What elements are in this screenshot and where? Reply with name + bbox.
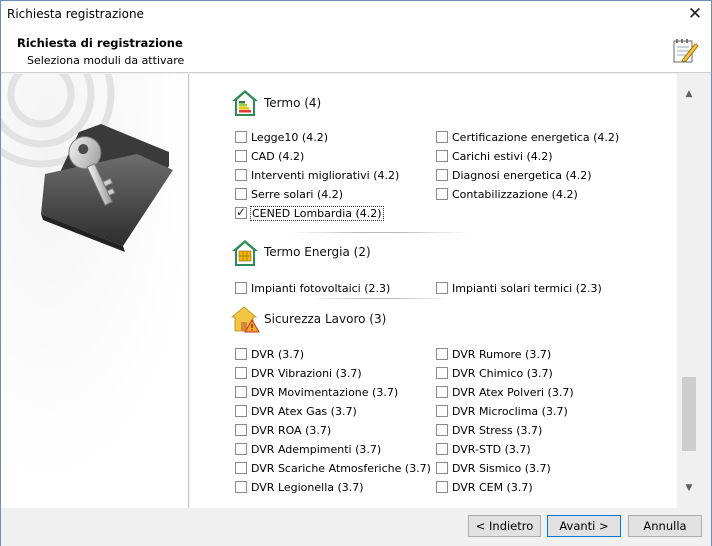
window-title: Richiesta registrazione	[7, 7, 144, 21]
checkbox-box[interactable]	[235, 131, 247, 143]
checkbox-box[interactable]	[436, 462, 448, 474]
section-title-sicurezza: Sicurezza Lavoro (3)	[264, 312, 387, 326]
module-checkbox-dvr-movimentazione[interactable]: DVR Movimentazione (3.7)	[235, 384, 398, 400]
checkbox-box[interactable]	[235, 481, 247, 493]
checkbox-box[interactable]	[235, 348, 247, 360]
checkbox-box[interactable]	[235, 150, 247, 162]
vertical-scrollbar[interactable]: ▲ ▼	[678, 85, 700, 497]
scroll-down-icon[interactable]: ▼	[678, 479, 700, 497]
module-checkbox-dvr-scariche[interactable]: DVR Scariche Atmosferiche (3.7)	[235, 460, 431, 476]
section-title-termo: Termo (4)	[264, 96, 322, 110]
module-checkbox-dvr-legionella[interactable]: DVR Legionella (3.7)	[235, 479, 364, 495]
module-checkbox-dvr-roa[interactable]: DVR ROA (3.7)	[235, 422, 331, 438]
module-checkbox-dvr-stress[interactable]: DVR Stress (3.7)	[436, 422, 542, 438]
scroll-up-icon[interactable]: ▲	[678, 85, 700, 103]
module-checkbox-serre-solari[interactable]: Serre solari (4.2)	[235, 186, 343, 202]
module-list: Termo (4) Legge10 (4.2) Certificazione e…	[190, 74, 677, 508]
checkbox-box[interactable]	[436, 481, 448, 493]
checkbox-box[interactable]	[235, 462, 247, 474]
checkbox-box[interactable]	[436, 405, 448, 417]
module-checkbox-certificazione[interactable]: Certificazione energetica (4.2)	[436, 129, 619, 145]
module-checkbox-dvr-microclima[interactable]: DVR Microclima (3.7)	[436, 403, 568, 419]
title-bar: Richiesta registrazione ✕	[1, 1, 711, 29]
module-checkbox-dvr-std[interactable]: DVR-STD (3.7)	[436, 441, 531, 457]
section-divider	[290, 232, 470, 233]
notepad-pencil-icon	[673, 39, 699, 63]
module-checkbox-carichi-estivi[interactable]: Carichi estivi (4.2)	[436, 148, 553, 164]
wizard-header: Richiesta di registrazione Seleziona mod…	[1, 29, 711, 73]
module-checkbox-legge10[interactable]: Legge10 (4.2)	[235, 129, 328, 145]
solar-house-icon	[232, 240, 258, 266]
checkbox-box[interactable]	[235, 282, 247, 294]
checkbox-box[interactable]	[436, 131, 448, 143]
checkbox-box[interactable]	[436, 443, 448, 455]
folder-key-icon	[1, 74, 188, 508]
checkbox-box[interactable]	[436, 386, 448, 398]
module-checkbox-contabilizzazione[interactable]: Contabilizzazione (4.2)	[436, 186, 578, 202]
module-checkbox-dvr-adempimenti[interactable]: DVR Adempimenti (3.7)	[235, 441, 381, 457]
checkbox-box[interactable]	[235, 188, 247, 200]
module-checkbox-dvr-atex-polveri[interactable]: DVR Atex Polveri (3.7)	[436, 384, 574, 400]
cancel-button[interactable]: Annulla	[628, 515, 702, 537]
checkbox-box[interactable]	[235, 405, 247, 417]
energy-house-icon	[232, 90, 258, 116]
checkbox-box[interactable]	[235, 443, 247, 455]
checkbox-box[interactable]	[436, 150, 448, 162]
section-title-termo-energia: Termo Energia (2)	[264, 245, 371, 259]
module-checkbox-interventi[interactable]: Interventi migliorativi (4.2)	[235, 167, 399, 183]
next-button[interactable]: Avanti >	[547, 515, 621, 537]
registration-dialog: Richiesta registrazione ✕ Richiesta di r…	[0, 0, 712, 546]
checkbox-box[interactable]	[436, 348, 448, 360]
checkbox-box[interactable]	[436, 282, 448, 294]
checkbox-box[interactable]	[235, 205, 247, 219]
module-checkbox-dvr-sismico[interactable]: DVR Sismico (3.7)	[436, 460, 551, 476]
module-checkbox-dvr-chimico[interactable]: DVR Chimico (3.7)	[436, 365, 553, 381]
checkbox-box[interactable]	[235, 169, 247, 181]
wizard-footer: < Indietro Avanti > Annulla	[1, 508, 711, 546]
back-button[interactable]: < Indietro	[468, 515, 541, 537]
page-subtitle: Seleziona moduli da attivare	[27, 54, 185, 67]
module-checkbox-solari-termici[interactable]: Impianti solari termici (2.3)	[436, 280, 602, 296]
module-checkbox-dvr[interactable]: DVR (3.7)	[235, 346, 304, 362]
checkbox-box[interactable]	[436, 169, 448, 181]
checkbox-box[interactable]	[235, 424, 247, 436]
close-icon[interactable]: ✕	[683, 3, 707, 27]
module-checkbox-cened[interactable]: CENED Lombardia (4.2)	[235, 205, 384, 221]
checkbox-box[interactable]	[235, 367, 247, 379]
checkbox-box[interactable]	[436, 188, 448, 200]
module-checkbox-fotovoltaici[interactable]: Impianti fotovoltaici (2.3)	[235, 280, 390, 296]
page-title: Richiesta di registrazione	[17, 36, 183, 50]
warning-house-icon	[230, 306, 260, 333]
checkbox-box[interactable]	[436, 424, 448, 436]
scrollbar-thumb[interactable]	[682, 377, 696, 451]
module-checkbox-dvr-vibrazioni[interactable]: DVR Vibrazioni (3.7)	[235, 365, 362, 381]
checkbox-box[interactable]	[235, 386, 247, 398]
checkbox-box[interactable]	[436, 367, 448, 379]
module-checkbox-dvr-cem[interactable]: DVR CEM (3.7)	[436, 479, 533, 495]
module-checkbox-diagnosi[interactable]: Diagnosi energetica (4.2)	[436, 167, 592, 183]
module-checkbox-cad[interactable]: CAD (4.2)	[235, 148, 304, 164]
module-checkbox-dvr-atex-gas[interactable]: DVR Atex Gas (3.7)	[235, 403, 357, 419]
section-divider	[310, 298, 450, 299]
module-checkbox-dvr-rumore[interactable]: DVR Rumore (3.7)	[436, 346, 551, 362]
wizard-side-graphic	[1, 74, 189, 508]
